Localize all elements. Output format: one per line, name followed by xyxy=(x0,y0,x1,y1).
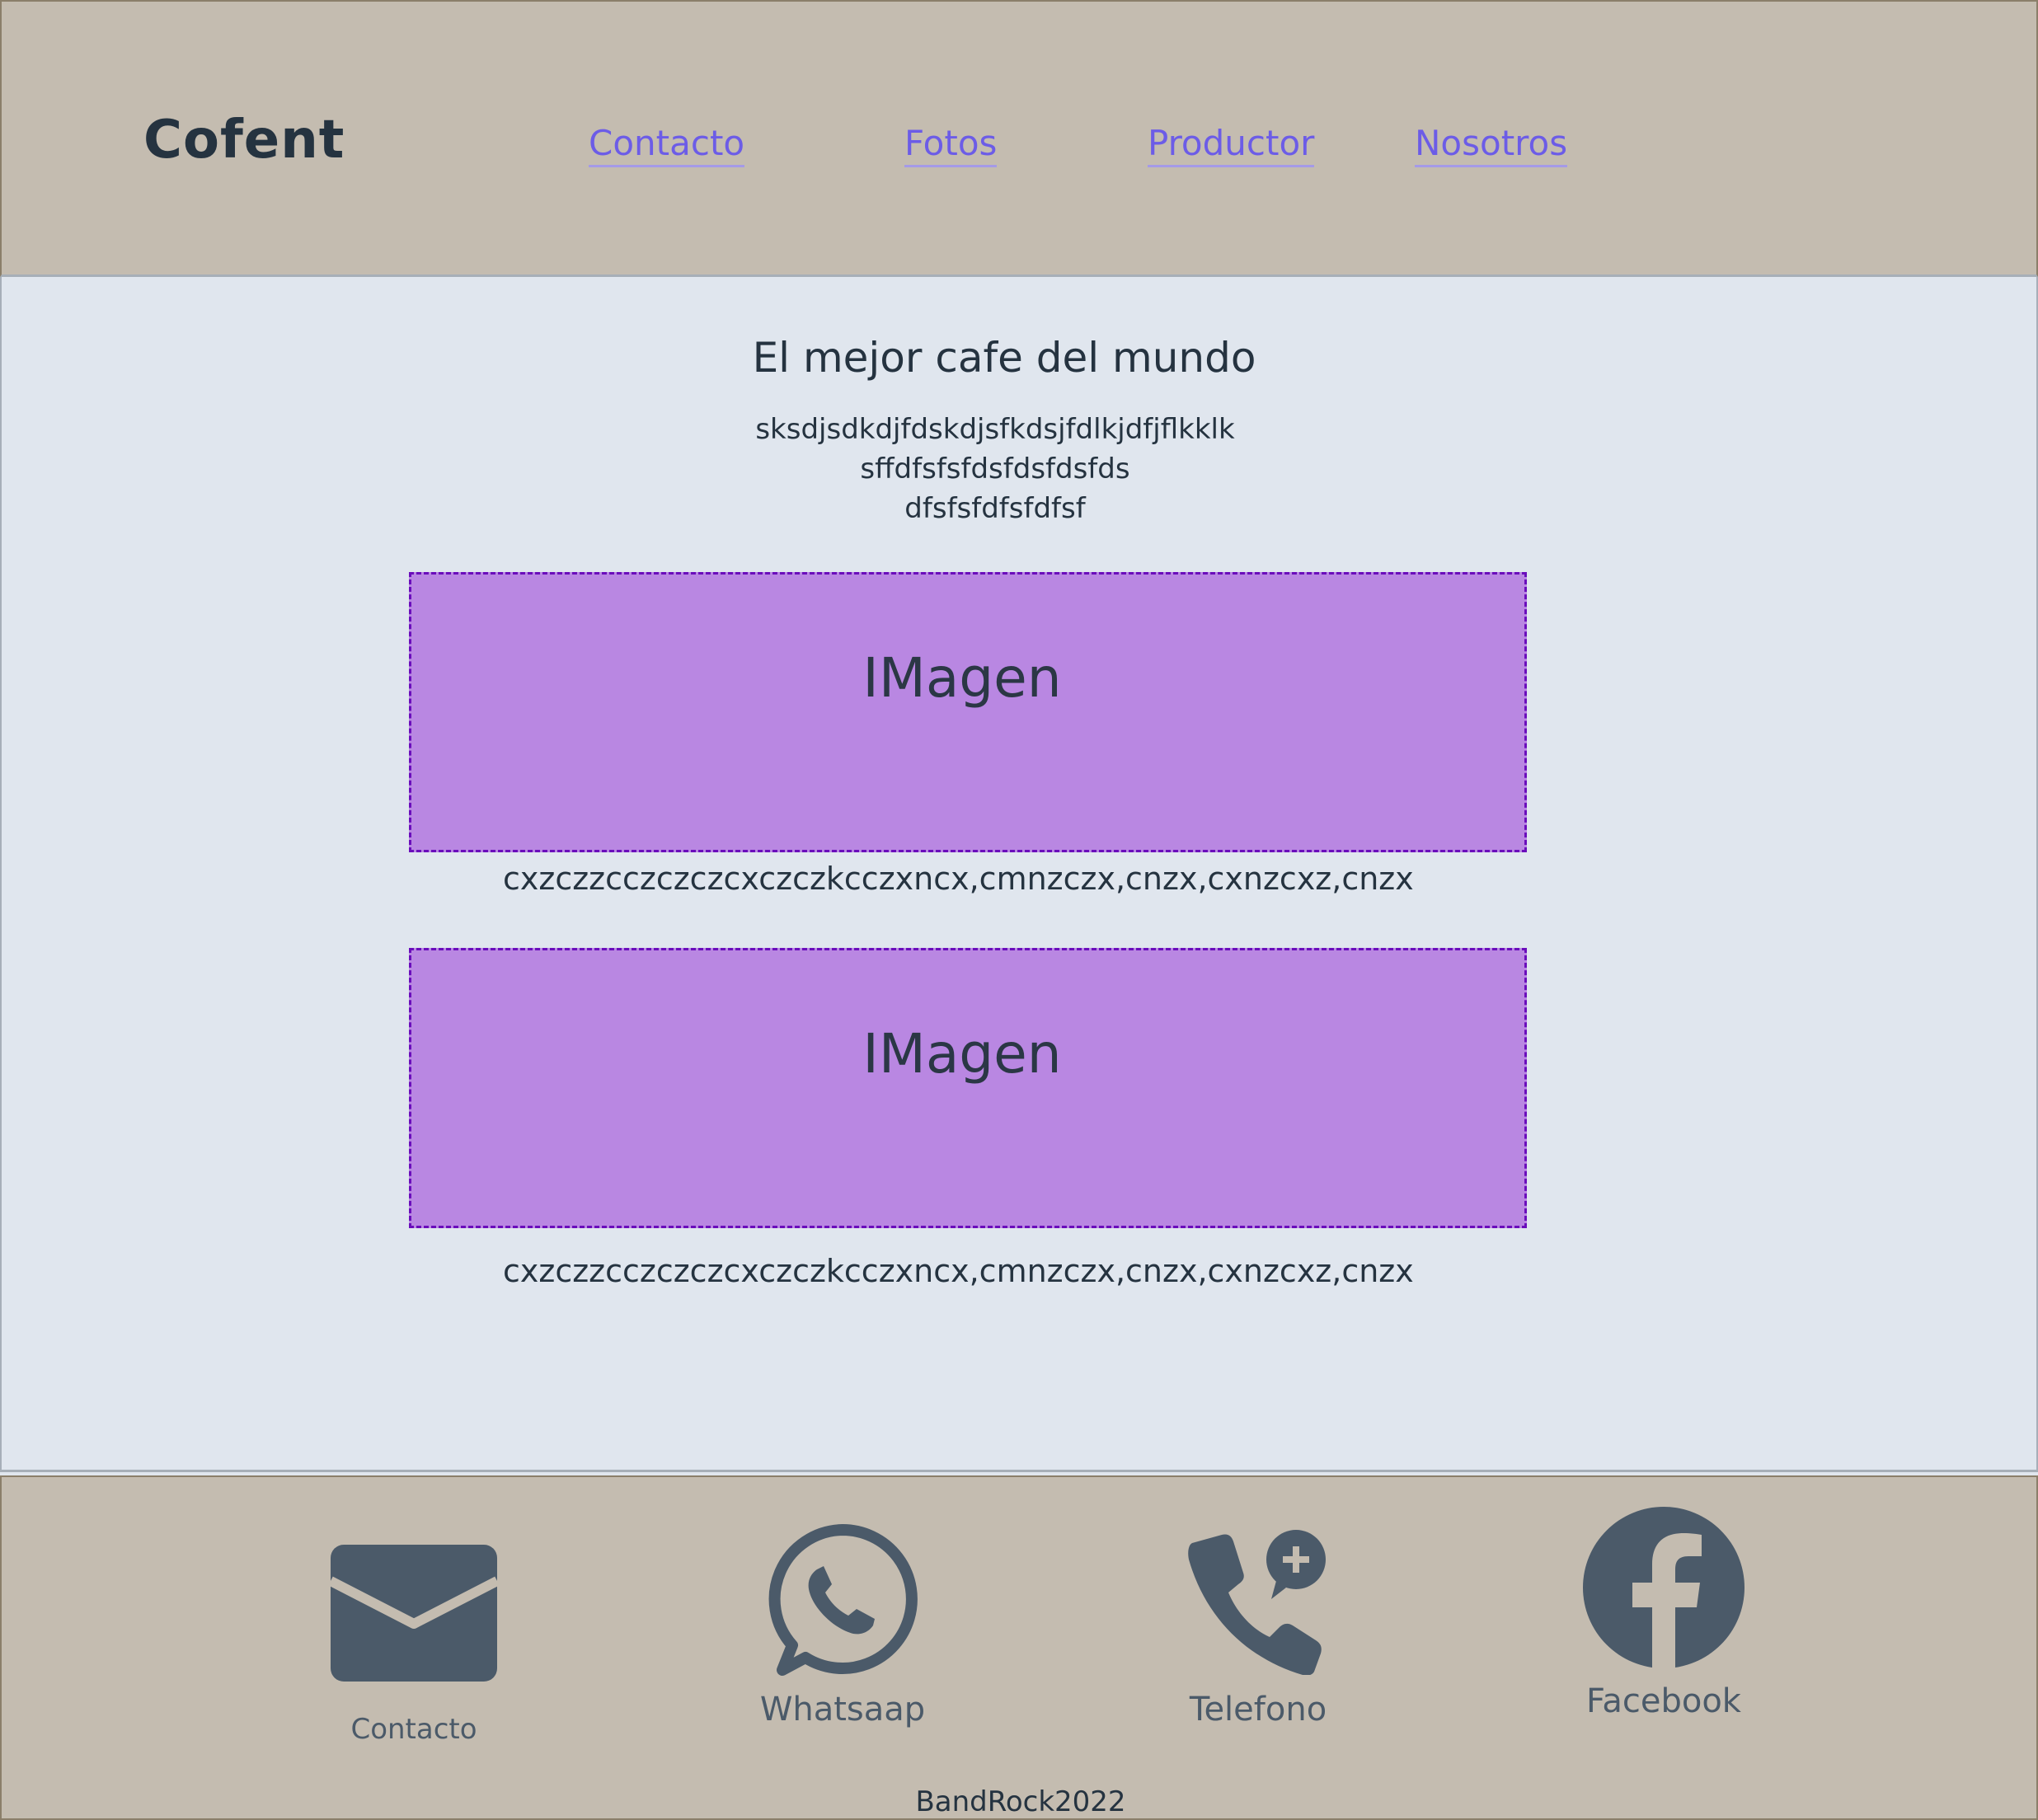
image-placeholder-1: IMagen xyxy=(409,572,1527,852)
description-line-2: sffdfsfsfdsfdsfdsfds xyxy=(860,453,1130,485)
footer-label-contacto: Contacto xyxy=(350,1713,477,1746)
footer-facebook-link[interactable]: Facebook xyxy=(1565,1505,1763,1721)
footer-telefono-link[interactable]: Telefono xyxy=(1159,1527,1357,1729)
envelope-icon xyxy=(329,1545,499,1682)
description-line-1: sksdjsdkdjfdskdjsfkdsjfdlkjdfjflkklk xyxy=(755,413,1235,446)
image-caption-1: cxzczzcczczczcxczczkcczxncx,cmnzczx,cnzx… xyxy=(503,861,1414,897)
copyright-text: BandRock2022 xyxy=(915,1785,1126,1818)
main-content: El mejor cafe del mundo sksdjsdkdjfdskdj… xyxy=(0,277,2038,1472)
nav-link-productor[interactable]: Productor xyxy=(1148,122,1315,167)
phone-plus-icon xyxy=(1188,1530,1326,1675)
page-title: El mejor cafe del mundo xyxy=(752,334,1256,382)
image-placeholder-2: IMagen xyxy=(409,948,1527,1228)
brand-logo[interactable]: Cofent xyxy=(143,107,345,173)
site-footer: Contacto Whatsaap Telefono Facebook Band… xyxy=(0,1475,2038,1820)
image-placeholder-label: IMagen xyxy=(862,1022,1062,1086)
whatsapp-icon xyxy=(768,1524,918,1676)
footer-label-facebook: Facebook xyxy=(1586,1682,1741,1720)
footer-whatsapp-link[interactable]: Whatsaap xyxy=(744,1522,942,1729)
site-header: Cofent Contacto Fotos Productor Nosotros xyxy=(0,0,2038,277)
footer-label-whatsapp: Whatsaap xyxy=(759,1691,926,1729)
nav-link-nosotros[interactable]: Nosotros xyxy=(1415,122,1568,167)
image-placeholder-label: IMagen xyxy=(862,646,1062,710)
nav-link-contacto[interactable]: Contacto xyxy=(589,122,745,167)
image-caption-2: cxzczzcczczczcxczczkcczxncx,cmnzczx,cnzx… xyxy=(503,1253,1414,1289)
nav-link-fotos[interactable]: Fotos xyxy=(904,122,998,167)
description-line-3: dfsfsfdfsfdfsf xyxy=(904,492,1086,525)
footer-contacto-link[interactable]: Contacto xyxy=(315,1543,513,1746)
footer-label-telefono: Telefono xyxy=(1189,1691,1327,1729)
facebook-icon xyxy=(1583,1507,1745,1670)
